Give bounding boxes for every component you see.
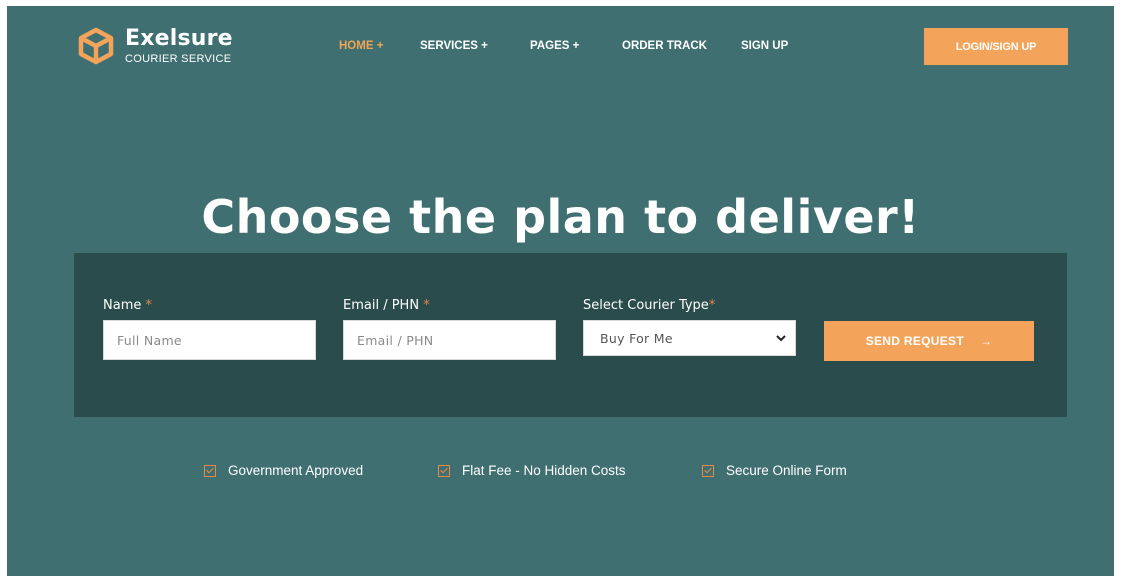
name-field-group: Name * Full Name bbox=[103, 297, 316, 360]
checkbox-icon bbox=[204, 464, 216, 477]
courier-type-selected: Buy For Me bbox=[600, 330, 673, 346]
brand-logo[interactable]: Exelsure COURIER SERVICE bbox=[76, 26, 233, 66]
required-marker: * bbox=[708, 298, 716, 313]
email-input[interactable]: Email / PHN bbox=[343, 320, 556, 360]
email-field-group: Email / PHN * Email / PHN bbox=[343, 297, 556, 360]
name-input[interactable]: Full Name bbox=[103, 320, 316, 360]
feature-secure-form: Secure Online Form bbox=[702, 463, 847, 478]
login-signup-button[interactable]: LOGIN/SIGN UP bbox=[924, 28, 1068, 65]
email-placeholder: Email / PHN bbox=[357, 332, 434, 348]
feature-label: Flat Fee - No Hidden Costs bbox=[462, 463, 626, 478]
courier-type-label: Select Courier Type* bbox=[583, 297, 715, 315]
box-logo-icon bbox=[78, 27, 114, 65]
courier-type-label-text: Select Courier Type bbox=[583, 298, 709, 313]
hero-title: Choose the plan to deliver! bbox=[201, 190, 920, 244]
nav-sign-up[interactable]: SIGN UP bbox=[741, 40, 788, 52]
name-placeholder: Full Name bbox=[117, 332, 182, 348]
name-label: Name * bbox=[103, 297, 152, 315]
checkbox-icon bbox=[702, 464, 714, 477]
feature-label: Government Approved bbox=[228, 463, 364, 478]
email-label-text: Email / PHN bbox=[343, 298, 420, 313]
page: Exelsure COURIER SERVICE HOME + SERVICES… bbox=[7, 6, 1114, 576]
feature-flat-fee: Flat Fee - No Hidden Costs bbox=[438, 463, 626, 478]
name-label-text: Name bbox=[103, 298, 142, 313]
nav-pages[interactable]: PAGES + bbox=[530, 40, 579, 52]
email-label: Email / PHN * bbox=[343, 297, 430, 315]
nav-home[interactable]: HOME + bbox=[339, 40, 383, 52]
brand-tagline: COURIER SERVICE bbox=[125, 53, 232, 65]
courier-type-field-group: Select Courier Type* Buy For Me bbox=[583, 297, 796, 356]
send-request-label: SEND REQUEST bbox=[865, 334, 964, 348]
checkbox-icon bbox=[438, 464, 450, 477]
courier-type-select[interactable]: Buy For Me bbox=[583, 320, 796, 356]
required-marker: * bbox=[145, 298, 153, 313]
chevron-down-icon bbox=[776, 335, 786, 342]
request-form-panel: Name * Full Name Email / PHN * Email / P… bbox=[74, 253, 1067, 417]
brand-name: Exelsure bbox=[125, 26, 233, 51]
required-marker: * bbox=[423, 298, 430, 313]
feature-label: Secure Online Form bbox=[726, 463, 847, 478]
feature-government-approved: Government Approved bbox=[204, 463, 363, 478]
arrow-right-icon: → bbox=[979, 334, 993, 348]
nav-order-track[interactable]: ORDER TRACK bbox=[622, 40, 707, 52]
nav-services[interactable]: SERVICES + bbox=[420, 40, 488, 52]
send-request-button[interactable]: SEND REQUEST → bbox=[824, 321, 1034, 361]
